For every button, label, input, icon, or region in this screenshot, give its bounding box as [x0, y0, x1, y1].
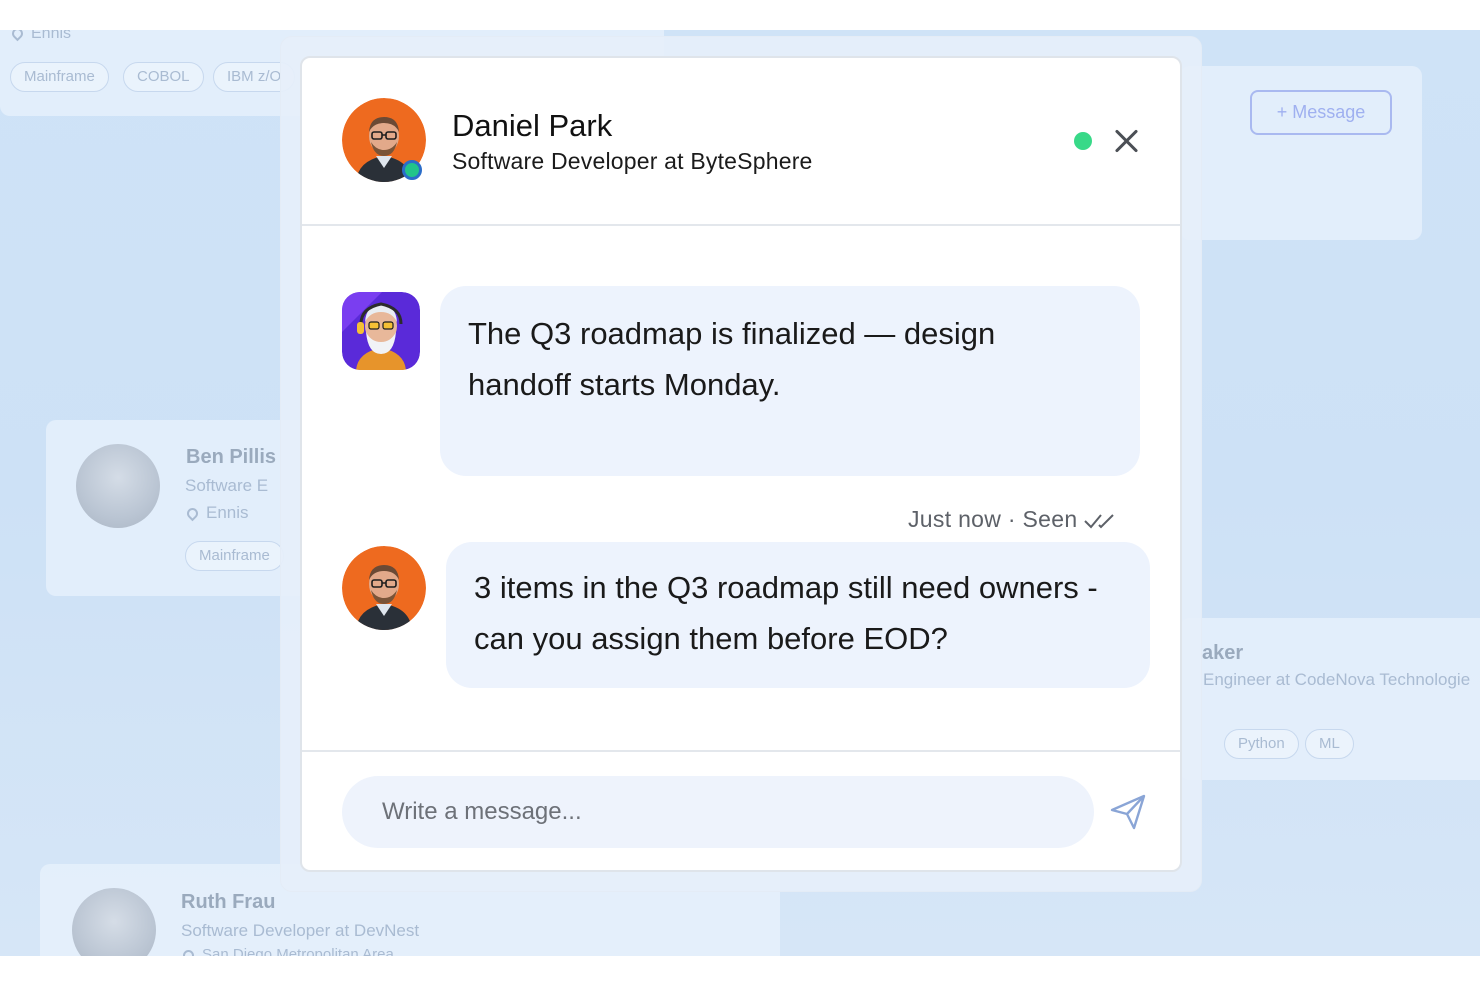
- bg-right-lower-title: Engineer at CodeNova Technologie: [1203, 670, 1471, 689]
- chat-modal: Daniel Park Software Developer at ByteSp…: [300, 56, 1182, 872]
- bg-tag: Python: [1224, 729, 1299, 759]
- bot-avatar: [342, 292, 420, 370]
- bg-left-title: Software E: [185, 476, 269, 495]
- avatar-presence-badge: [402, 160, 422, 180]
- location-pin-icon: [180, 947, 197, 956]
- message-status: Just now · Seen: [908, 506, 1119, 533]
- close-icon[interactable]: [1114, 128, 1140, 154]
- contact-name: Daniel Park: [452, 108, 613, 143]
- message-bubble-outgoing: 3 items in the Q3 roadmap still need own…: [446, 542, 1150, 688]
- send-icon: [1110, 794, 1146, 830]
- message-status-text: Just now · Seen: [908, 506, 1078, 532]
- message-composer: [302, 750, 1180, 870]
- bg-bottom-name: Ruth Frau: [181, 891, 276, 913]
- message-input[interactable]: [342, 776, 1094, 848]
- send-button[interactable]: [1108, 792, 1148, 832]
- location-pin-icon: [9, 30, 26, 42]
- sender-avatar: [342, 546, 426, 630]
- bg-message-button: + Message: [1250, 90, 1392, 135]
- location-pin-icon: [184, 505, 201, 522]
- bg-bottom-title: Software Developer at DevNest: [181, 921, 420, 940]
- bg-left-location: Ennis: [184, 503, 249, 523]
- bg-tag: ML: [1305, 729, 1354, 759]
- bg-right-lower-name: aker: [1202, 642, 1244, 664]
- bot-avatar-image: [342, 292, 420, 370]
- bg-avatar: [76, 444, 160, 528]
- bg-top-location: Ennis: [9, 30, 72, 43]
- bg-tag: Mainframe: [185, 541, 284, 571]
- bg-left-name: Ben Pillis: [186, 446, 277, 468]
- sender-avatar-image: [342, 546, 426, 630]
- message-bubble-incoming: The Q3 roadmap is finalized — design han…: [440, 286, 1140, 476]
- bg-tag: COBOL: [123, 62, 204, 92]
- contact-title: Software Developer at ByteSphere: [452, 148, 813, 174]
- bg-top-location-text: Ennis: [31, 30, 72, 42]
- bg-tag: Mainframe: [10, 62, 109, 92]
- online-status-indicator: [1074, 132, 1092, 150]
- bg-left-location-text: Ennis: [206, 503, 249, 522]
- chat-header: Daniel Park Software Developer at ByteSp…: [302, 58, 1180, 226]
- double-check-icon: [1084, 514, 1115, 529]
- bg-bottom-location: San Diego Metropolitan Area: [180, 946, 394, 956]
- bg-bottom-location-text: San Diego Metropolitan Area: [202, 946, 394, 956]
